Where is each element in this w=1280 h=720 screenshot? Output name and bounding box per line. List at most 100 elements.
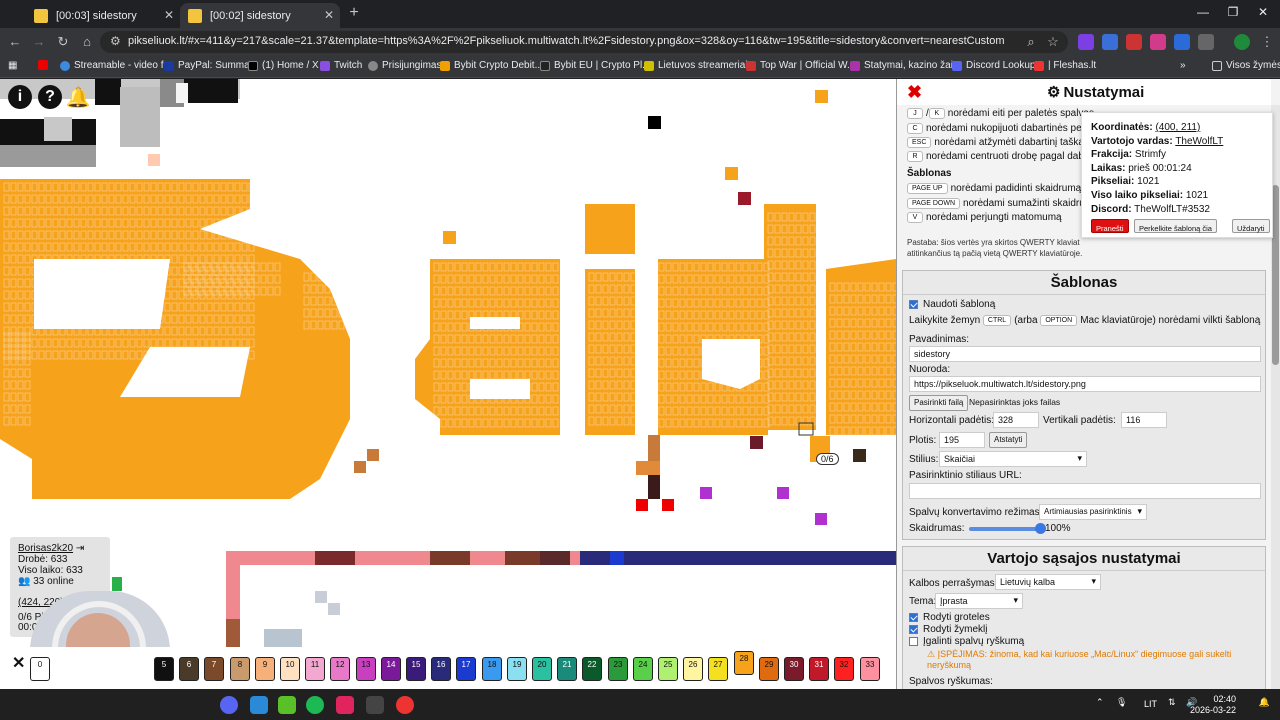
palette-swatch[interactable]: 27 — [708, 657, 728, 681]
tab-close-icon[interactable]: ✕ — [324, 8, 334, 22]
brightness-checkbox[interactable] — [909, 636, 918, 646]
browser-menu-icon[interactable]: ⋮ — [1258, 34, 1276, 50]
hpos-input[interactable]: 328 — [993, 412, 1039, 428]
palette-swatch[interactable]: 24 — [633, 657, 653, 681]
extensions-puzzle-icon[interactable] — [1198, 34, 1214, 50]
site-info-icon[interactable]: ⚙ — [110, 34, 121, 48]
close-panel-icon[interactable]: ✖ — [907, 82, 922, 103]
spotify-taskbar-icon[interactable] — [306, 696, 324, 714]
reset-button[interactable]: Atstatyti — [989, 432, 1028, 448]
browser-tab-active[interactable]: [00:02] sidestory ✕ — [180, 3, 340, 28]
template-name-input[interactable]: sidestory — [909, 346, 1261, 362]
bookmark-item[interactable]: Statymai, kazino žai... — [850, 60, 961, 71]
tab-close-icon[interactable]: ✕ — [164, 8, 174, 22]
username-link[interactable]: Borisas2k20 — [18, 543, 73, 554]
template-url-input[interactable]: https://pikseluok.multiwatch.lt/sidestor… — [909, 376, 1261, 392]
show-cursor-checkbox[interactable] — [909, 624, 918, 634]
bookmark-item[interactable]: Discord Lookup — [952, 60, 1035, 71]
extension-icon[interactable] — [1126, 34, 1142, 50]
app-taskbar-icon[interactable] — [366, 696, 384, 714]
palette-swatch[interactable]: 32 — [834, 657, 854, 681]
profile-avatar[interactable] — [1234, 34, 1250, 50]
vpos-input[interactable]: 116 — [1121, 412, 1167, 428]
report-button[interactable]: Pranešti — [1091, 219, 1129, 233]
notepad-taskbar-icon[interactable] — [250, 696, 268, 714]
palette-swatch[interactable]: 9 — [255, 657, 275, 681]
youtube-bookmark[interactable] — [38, 60, 52, 70]
palette-swatch[interactable]: 12 — [330, 657, 350, 681]
pixel-user-link[interactable]: TheWolfLT — [1175, 136, 1223, 147]
palette-swatch[interactable]: 6 — [179, 657, 199, 681]
palette-swatch[interactable]: 23 — [608, 657, 628, 681]
palette-swatch[interactable]: 28 — [734, 651, 754, 675]
bookmark-item[interactable]: | Fleshas.lt — [1034, 60, 1096, 71]
clock[interactable]: 02:40 2026-03-22 — [1190, 694, 1236, 716]
minimize-icon[interactable]: — — [1188, 5, 1218, 19]
bookmark-item[interactable]: Lietuvos streameriai... — [644, 60, 756, 71]
choose-file-button[interactable]: Pasirinkti failą — [909, 395, 969, 411]
apps-grid-icon[interactable]: ▦ — [8, 60, 17, 71]
scrollbar-thumb[interactable] — [1272, 185, 1279, 365]
tray-chevron-icon[interactable]: ⌃ — [1096, 697, 1104, 708]
bookmarks-folder[interactable]: Visos žymės — [1212, 60, 1280, 71]
bookmark-item[interactable]: Streamable - video f... — [60, 60, 172, 71]
zoom-icon[interactable]: ⌕ — [1022, 34, 1040, 50]
bookmark-item[interactable]: PayPal: Summary — [164, 60, 258, 71]
mic-icon[interactable]: 🎙 — [1116, 697, 1127, 708]
app-taskbar-icon[interactable] — [336, 696, 354, 714]
style-select[interactable]: Skaičiai — [939, 451, 1087, 467]
discord-taskbar-icon[interactable] — [220, 696, 238, 714]
close-window-icon[interactable]: ✕ — [1248, 5, 1278, 19]
new-tab-icon[interactable]: + — [344, 4, 364, 22]
bookmark-item[interactable]: Bybit Crypto Debit... — [440, 60, 543, 71]
palette-swatch[interactable]: 21 — [557, 657, 577, 681]
palette-swatch[interactable]: 8 — [230, 657, 250, 681]
palette-swatch[interactable]: 22 — [582, 657, 602, 681]
palette-swatch[interactable]: 26 — [683, 657, 703, 681]
reload-icon[interactable]: ↻ — [54, 34, 72, 50]
app-taskbar-icon[interactable] — [278, 696, 296, 714]
close-popup-button[interactable]: Uždaryti — [1232, 219, 1270, 233]
palette-swatch[interactable]: 10 — [280, 657, 300, 681]
bookmark-item[interactable]: Prisijungimas — [368, 60, 441, 71]
move-template-button[interactable]: Perkelkite šabloną čia — [1134, 219, 1217, 233]
show-grid-checkbox[interactable] — [909, 612, 918, 622]
chrome-taskbar-icon[interactable] — [396, 696, 414, 714]
palette-swatch[interactable]: 31 — [809, 657, 829, 681]
bookmark-item[interactable]: Bybit EU | Crypto Pl... — [540, 60, 651, 71]
url-input[interactable]: ⚙ pikseliuok.lt/#x=411&y=217&scale=21.37… — [100, 31, 1068, 53]
theme-select[interactable]: Įprasta — [935, 593, 1023, 609]
pixel-coords-link[interactable]: (400, 211) — [1155, 122, 1200, 133]
pixel-canvas[interactable]: i ? 🔔 0/6 Borisas2k20 ⇥ Drobė: 633 Viso … — [0, 79, 896, 689]
palette-swatch[interactable]: 20 — [532, 657, 552, 681]
notifications-icon[interactable]: 🔔 — [1259, 697, 1270, 708]
use-template-checkbox[interactable] — [909, 299, 918, 309]
convert-select[interactable]: Artimiausias pasirinktinis — [1039, 504, 1147, 520]
palette-swatch[interactable]: 30 — [784, 657, 804, 681]
palette-swatch[interactable]: 16 — [431, 657, 451, 681]
forward-icon[interactable]: → — [30, 34, 48, 49]
home-icon[interactable]: ⌂ — [78, 34, 96, 49]
input-language[interactable]: LIT — [1144, 699, 1157, 709]
palette-swatch[interactable]: 5 — [154, 657, 174, 681]
more-bookmarks-icon[interactable]: » — [1180, 60, 1186, 71]
palette-swatch[interactable]: 7 — [204, 657, 224, 681]
palette-swatch[interactable]: 25 — [658, 657, 678, 681]
info-icon[interactable]: i — [8, 85, 32, 109]
browser-tab[interactable]: [00:03] sidestory ✕ — [26, 3, 180, 28]
palette-swatch[interactable]: 18 — [482, 657, 502, 681]
logout-icon[interactable]: ⇥ — [76, 543, 84, 554]
extension-icon[interactable] — [1078, 34, 1094, 50]
palette-swatch[interactable]: 14 — [381, 657, 401, 681]
bookmark-item[interactable]: Top War | Official W... — [746, 60, 855, 71]
extension-icon[interactable] — [1102, 34, 1118, 50]
maximize-icon[interactable]: ❐ — [1218, 5, 1248, 19]
palette-swatch[interactable]: 33 — [860, 657, 880, 681]
palette-swatch[interactable]: 15 — [406, 657, 426, 681]
palette-swatch[interactable]: 11 — [305, 657, 325, 681]
opacity-slider[interactable] — [969, 523, 1046, 534]
network-icon[interactable]: ⇅ — [1168, 697, 1176, 708]
extension-icon[interactable] — [1174, 34, 1190, 50]
custom-style-input[interactable] — [909, 483, 1261, 499]
palette-swatch[interactable]: 19 — [507, 657, 527, 681]
